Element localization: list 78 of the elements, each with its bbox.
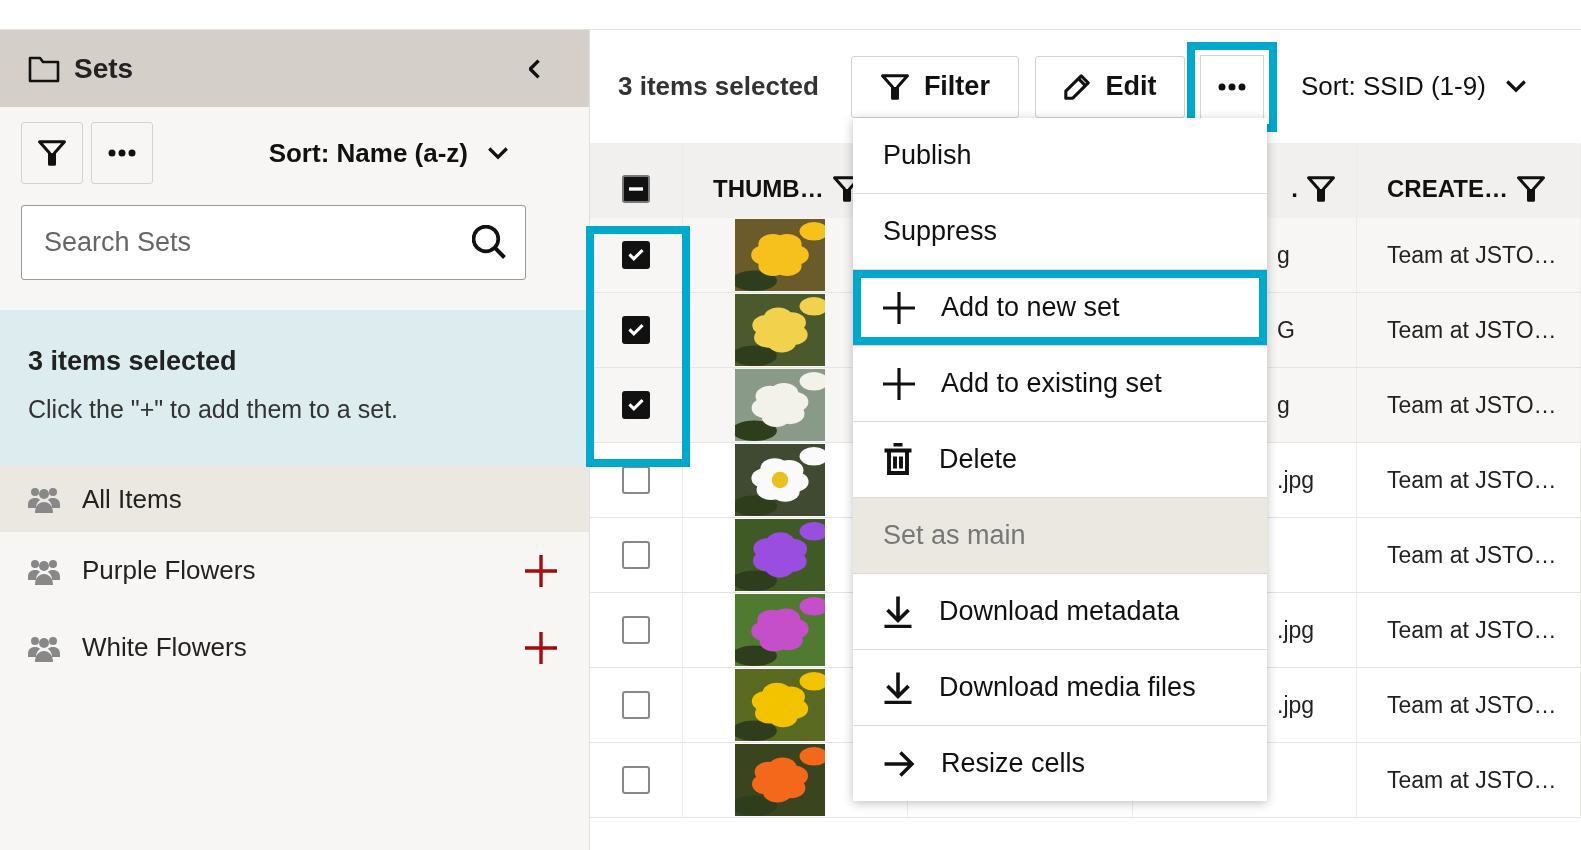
search-icon (472, 225, 506, 259)
set-name: White Flowers (82, 632, 248, 663)
more-button[interactable] (91, 122, 153, 184)
edit-button[interactable]: Edit (1034, 55, 1185, 118)
filter-button[interactable] (21, 122, 83, 184)
row-checkbox[interactable] (622, 391, 650, 419)
column-header: . (1291, 174, 1298, 203)
row-checkbox[interactable] (622, 691, 650, 719)
table-cell: .jpg (1277, 616, 1315, 644)
column-header: CREATE… (1387, 174, 1508, 203)
panel-title: Sets (74, 52, 135, 85)
notice-title: 3 items selected (28, 346, 238, 377)
table-cell: Team at JSTO… (1387, 241, 1557, 269)
table-cell: g (1277, 241, 1290, 269)
plus-icon (525, 631, 557, 664)
download-icon (883, 671, 913, 704)
plus-icon (883, 367, 915, 400)
more-icon (1216, 81, 1247, 92)
minus-icon (629, 186, 643, 191)
people-icon (28, 485, 60, 513)
pencil-icon (1063, 72, 1092, 101)
menu-item[interactable]: Download metadata (853, 574, 1267, 650)
sort-dropdown[interactable]: Sort: SSID (1-9) (1300, 71, 1526, 102)
sort-dropdown[interactable]: Sort: Name (a-z) (268, 137, 568, 169)
check-icon (628, 399, 644, 411)
menu-item[interactable]: Add to new set (853, 270, 1267, 346)
column-filter-icon[interactable] (1306, 174, 1336, 203)
row-checkbox[interactable] (622, 541, 650, 569)
check-icon (628, 249, 644, 261)
add-to-set-button[interactable] (525, 631, 557, 664)
selection-count: 3 items selected (618, 71, 819, 102)
check-icon (628, 324, 644, 336)
column-header: THUMB… (713, 174, 824, 203)
table-cell: Team at JSTO… (1387, 766, 1557, 794)
table-cell: .jpg (1277, 691, 1315, 719)
table-cell: Team at JSTO… (1387, 691, 1557, 719)
set-item[interactable]: White Flowers (0, 609, 589, 686)
more-icon (107, 148, 137, 158)
menu-item[interactable]: Add to existing set (853, 346, 1267, 422)
filter-button[interactable]: Filter (850, 55, 1019, 118)
folder-icon (28, 54, 60, 83)
set-item[interactable]: All Items (0, 466, 589, 532)
set-name: Purple Flowers (82, 555, 257, 586)
menu-item[interactable]: Resize cells (853, 726, 1267, 801)
table-cell: Team at JSTO… (1387, 466, 1557, 494)
table-cell: Team at JSTO… (1387, 316, 1557, 344)
download-icon (883, 595, 913, 628)
plus-icon (525, 554, 557, 587)
menu-item[interactable]: Publish (853, 118, 1267, 194)
search-field[interactable]: Search Sets (21, 205, 526, 280)
chevron-down-icon (488, 146, 508, 160)
notice-text: Click the "+" to add them to a set. (28, 395, 400, 424)
chevron-left-icon (529, 58, 541, 79)
plus-icon (883, 291, 915, 324)
collapse-button[interactable] (529, 58, 541, 79)
chevron-down-icon (1505, 80, 1526, 93)
table-cell: g (1277, 391, 1290, 419)
arrow-right-icon (883, 750, 915, 777)
menu-item[interactable]: Download media files (853, 650, 1267, 726)
table-cell: G (1277, 316, 1295, 344)
column-filter-icon[interactable] (1515, 174, 1546, 203)
row-checkbox[interactable] (622, 241, 650, 269)
row-checkbox[interactable] (622, 766, 650, 794)
select-all-checkbox[interactable] (622, 174, 650, 203)
menu-item[interactable]: Suppress (853, 194, 1267, 270)
set-name: All Items (82, 483, 183, 515)
row-checkbox[interactable] (622, 616, 650, 644)
set-item[interactable]: Purple Flowers (0, 532, 589, 609)
filter-icon (37, 139, 67, 167)
table-cell: Team at JSTO… (1387, 616, 1557, 644)
filter-icon (879, 72, 910, 101)
table-cell: Team at JSTO… (1387, 541, 1557, 569)
add-to-set-button[interactable] (525, 554, 557, 587)
trash-icon (883, 443, 913, 476)
table-cell: .jpg (1277, 466, 1315, 494)
row-checkbox[interactable] (622, 316, 650, 344)
row-checkbox[interactable] (622, 466, 650, 494)
table-cell: Team at JSTO… (1387, 391, 1557, 419)
